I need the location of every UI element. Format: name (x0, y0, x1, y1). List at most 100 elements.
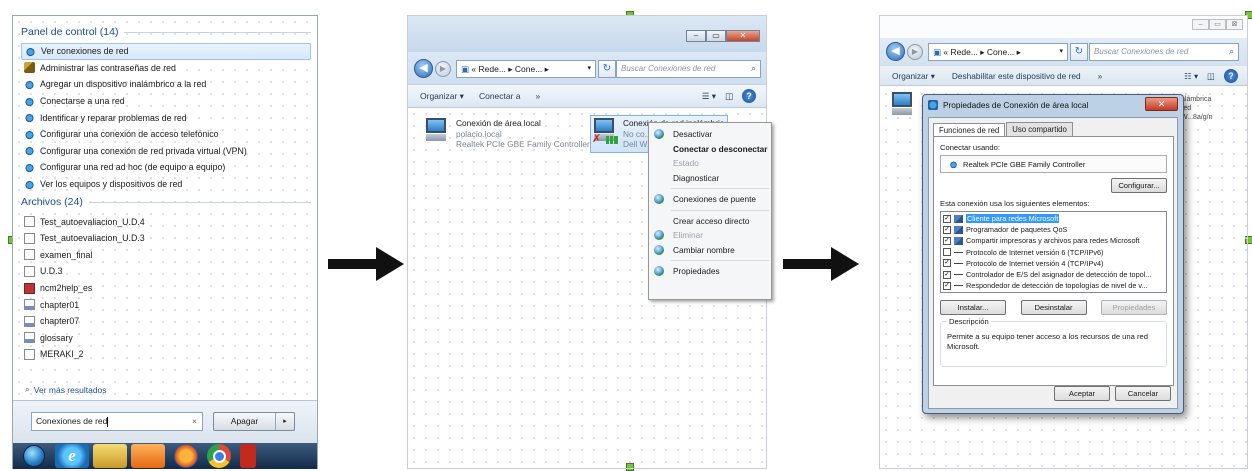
ok-button[interactable]: Aceptar (1054, 386, 1110, 401)
app-icon[interactable] (240, 444, 256, 468)
file-item[interactable]: Test_autoevaliacion_U.D.3 (21, 230, 311, 247)
help-icon[interactable]: ? (742, 89, 756, 103)
menu-item[interactable]: Crear acceso directo (649, 214, 771, 229)
preview-pane-icon[interactable]: ◫ (1207, 71, 1215, 81)
checkbox-checked[interactable]: ✓ (943, 236, 951, 245)
component-item[interactable]: ✓ Cliente para redes Microsoft (943, 213, 1164, 224)
more-commands-button[interactable]: » (536, 91, 541, 101)
menu-item[interactable]: Cambiar nombre (649, 243, 771, 258)
internet-explorer-icon[interactable]: e (55, 444, 89, 468)
taskbar: e (13, 443, 317, 469)
search-input[interactable]: Buscar Conexiones de red ⌕ (616, 60, 761, 78)
menu-item[interactable]: Diagnosticar (649, 171, 771, 186)
component-item[interactable]: Protocolo de Internet versión 6 (TCP/IPv… (943, 247, 1164, 258)
search-icon[interactable]: ⌕ (1229, 46, 1234, 57)
forward-button[interactable]: ▶ (435, 61, 451, 77)
back-button[interactable]: ◀ (886, 42, 905, 61)
component-item[interactable]: ✓ Compartir impresoras y archivos para re… (943, 235, 1164, 246)
checkbox-checked[interactable]: ✓ (943, 225, 951, 234)
media-player-icon[interactable] (131, 444, 165, 468)
help-icon[interactable]: ? (1224, 68, 1238, 83)
maximize-button[interactable]: ▭ (706, 30, 726, 42)
chevron-down-icon[interactable]: ▾ (587, 64, 591, 72)
forward-button[interactable]: ▶ (907, 44, 923, 60)
dialog-close-button[interactable]: ✕ (1145, 97, 1178, 111)
dialog-tabs: Funciones de red Uso compartido (933, 122, 1074, 137)
checkbox-checked[interactable]: ✓ (943, 270, 951, 279)
file-item[interactable]: ncm2help_es (21, 280, 311, 297)
checkbox-unchecked[interactable] (943, 248, 951, 257)
file-item[interactable]: U.D.3 (21, 263, 311, 280)
menu-item[interactable]: Propiedades (649, 264, 771, 279)
result-item[interactable]: Configurar una conexión de acceso telefó… (21, 126, 311, 143)
shield-icon (654, 244, 664, 255)
checkbox-checked[interactable]: ✓ (943, 281, 951, 290)
shutdown-label[interactable]: Apagar (214, 413, 276, 430)
file-item[interactable]: MERAKI_2 (21, 346, 311, 363)
organize-button[interactable]: Organizar ▾ (892, 71, 935, 81)
result-item[interactable]: Configurar una red ad hoc (de equipo a e… (21, 159, 311, 176)
change-view-icon[interactable]: ☷ ▾ (1184, 71, 1198, 81)
back-button[interactable]: ◀ (414, 59, 433, 78)
shutdown-options-arrow-icon[interactable]: ▸ (276, 413, 294, 430)
install-button[interactable]: Instalar... (940, 300, 1006, 315)
search-icon[interactable]: ⌕ (751, 63, 756, 74)
close-button[interactable]: ✕ (726, 30, 760, 42)
refresh-button[interactable]: ↻ (598, 60, 616, 78)
visio-icon (24, 299, 35, 311)
result-item-label: Conectarse a una red (40, 96, 125, 107)
firefox-icon[interactable] (174, 444, 198, 468)
refresh-button[interactable]: ↻ (1070, 43, 1088, 61)
start-search-input[interactable]: Conexiones de red × (31, 412, 203, 431)
result-item[interactable]: Configurar una conexión de red privada v… (21, 143, 311, 160)
preview-pane-icon[interactable]: ◫ (725, 91, 733, 102)
breadcrumb[interactable]: « Rede... ▸ Cone... ▸ (471, 64, 549, 74)
more-results-link[interactable]: ⌕ Ver más resultados (25, 384, 107, 395)
checkbox-checked[interactable]: ✓ (943, 214, 951, 223)
file-item[interactable]: glossary (21, 330, 311, 347)
menu-item[interactable]: Desactivar (649, 127, 771, 142)
chevron-down-icon[interactable]: ▾ (1059, 47, 1063, 55)
file-item[interactable]: examen_final (21, 247, 311, 264)
menu-item[interactable]: Conectar o desconectar (649, 142, 771, 157)
breadcrumb[interactable]: « Rede... ▸ Cone... ▸ (943, 47, 1021, 57)
minimize-button[interactable]: ‒ (686, 30, 706, 42)
cancel-button[interactable]: Cancelar (1115, 386, 1171, 401)
menu-item[interactable]: Conexiones de puente (649, 192, 771, 207)
clear-search-icon[interactable]: × (192, 416, 197, 426)
file-item[interactable]: Test_autoevaliacion_U.D.4 (21, 213, 311, 230)
result-item[interactable]: Agregar un dispositivo inalámbrico a la … (21, 76, 311, 93)
checkbox-checked[interactable]: ✓ (943, 259, 951, 268)
result-item[interactable]: Administrar las contraseñas de red (21, 60, 311, 77)
tab-networking[interactable]: Funciones de red (933, 123, 1006, 137)
component-item[interactable]: ✓ Respondedor de detección de topologías … (943, 280, 1164, 291)
result-item[interactable]: Conectarse a una red (21, 93, 311, 110)
chrome-icon[interactable] (207, 444, 231, 468)
file-item[interactable]: chapter01 (21, 296, 311, 313)
disable-device-button[interactable]: Deshabilitar este dispositivo de red (952, 71, 1081, 81)
file-item[interactable]: chapter07 (21, 313, 311, 330)
search-input[interactable]: Buscar Conexiones de red ⌕ (1089, 43, 1239, 61)
close-button[interactable]: ⊠ (1226, 19, 1243, 30)
more-commands-button[interactable]: » (1098, 71, 1103, 81)
component-item[interactable]: ✓ Controlador de E/S del asignador de det… (943, 269, 1164, 280)
minimize-button[interactable]: ‒ (1192, 19, 1209, 30)
shutdown-button[interactable]: Apagar ▸ (213, 412, 295, 431)
component-item[interactable]: ✓ Programador de paquetes QoS (943, 224, 1164, 235)
component-item[interactable]: ✓ Protocolo de Internet versión 4 (TCP/IP… (943, 258, 1164, 269)
maximize-button[interactable]: ▭ (1209, 19, 1226, 30)
connection-local-area[interactable]: Conexión de área local polacio.local Rea… (426, 118, 590, 150)
configure-button[interactable]: Configurar... (1111, 178, 1167, 193)
uninstall-button[interactable]: Desinstalar (1020, 300, 1087, 315)
file-explorer-icon[interactable] (93, 444, 127, 468)
start-button[interactable] (17, 444, 51, 468)
tab-sharing[interactable]: Uso compartido (1006, 122, 1073, 136)
result-item[interactable]: Ver conexiones de red (21, 43, 311, 60)
connect-to-button[interactable]: Conectar a (479, 91, 521, 101)
address-bar[interactable]: ▣ « Rede... ▸ Cone... ▸ ▾ (928, 43, 1068, 61)
change-view-icon[interactable]: ☰ ▾ (702, 91, 716, 102)
organize-button[interactable]: Organizar ▾ (420, 91, 464, 102)
address-bar[interactable]: ▣ « Rede... ▸ Cone... ▸ ▾ (456, 60, 596, 78)
result-item[interactable]: Identificar y reparar problemas de red (21, 109, 311, 126)
result-item[interactable]: Ver los equipos y dispositivos de red (21, 176, 311, 193)
